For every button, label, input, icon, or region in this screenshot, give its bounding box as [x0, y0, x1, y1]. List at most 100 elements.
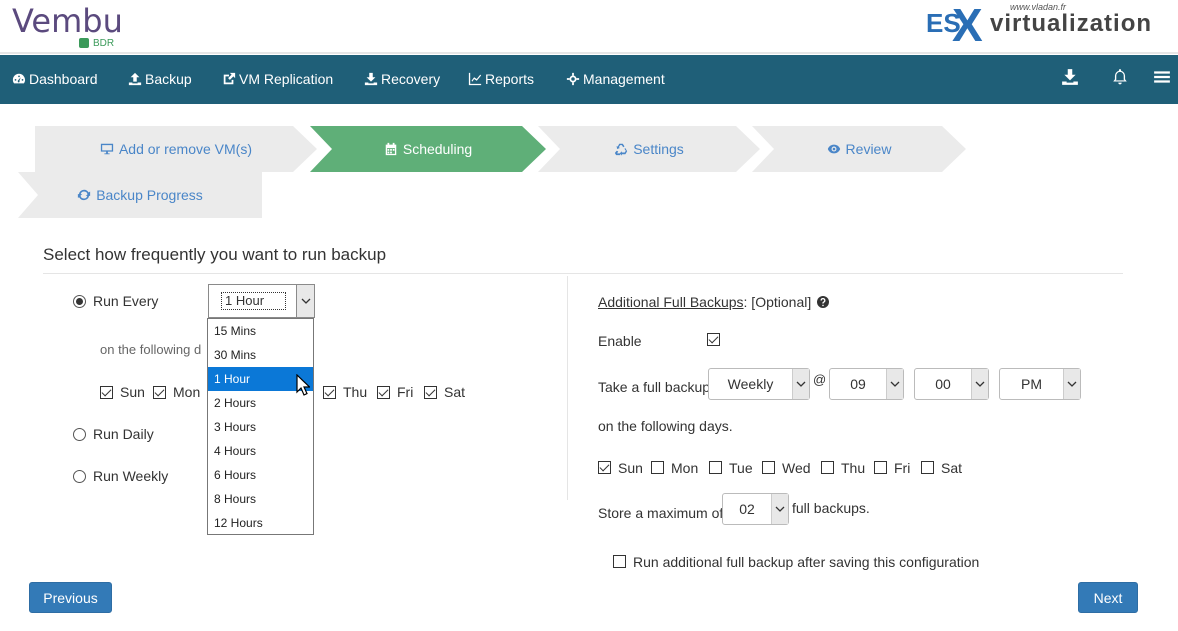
fb-day-sun-label: Sun	[618, 460, 643, 476]
run-additional-full-backup-label: Run additional full backup after saving …	[633, 554, 980, 570]
day-sat-checkbox[interactable]	[424, 386, 437, 399]
following-days-label: on the following d	[100, 342, 202, 357]
nav-reports[interactable]: Reports	[468, 71, 534, 87]
ampm-value: PM	[1021, 376, 1042, 392]
ampm-select[interactable]: PM	[999, 368, 1081, 400]
dropdown-option[interactable]: 12 Hours	[208, 511, 313, 535]
additional-full-backups-heading: Additional Full Backups: [Optional]	[598, 294, 830, 310]
step-backup-progress[interactable]: Backup Progress	[18, 172, 262, 218]
chevron-down-icon[interactable]	[296, 285, 314, 317]
frequency-select[interactable]: Weekly	[708, 368, 810, 400]
fb-day-mon-label: Mon	[671, 460, 699, 476]
run-weekly-label: Run Weekly	[93, 468, 169, 484]
nav-management-label: Management	[583, 71, 665, 87]
day-fri-checkbox[interactable]	[377, 386, 390, 399]
dropdown-option[interactable]: 30 Mins	[208, 343, 313, 367]
notifications-button[interactable]	[1111, 68, 1131, 88]
nav-backup[interactable]: Backup	[128, 71, 192, 87]
at-symbol: @	[813, 372, 827, 387]
full-backup-following-days-label: on the following days.	[598, 418, 733, 434]
fb-day-wed-label: Wed	[782, 460, 811, 476]
step-review[interactable]: Review	[752, 126, 966, 172]
nav-recovery-label: Recovery	[381, 71, 441, 87]
store-maximum-label: Store a maximum of	[598, 505, 724, 521]
enable-checkbox[interactable]	[707, 333, 720, 346]
dropdown-option[interactable]: 6 Hours	[208, 463, 313, 487]
step-settings[interactable]: Settings	[538, 126, 760, 172]
watermark-text: virtualization	[990, 10, 1153, 37]
chevron-down-icon	[771, 494, 788, 524]
bdr-logo-icon	[79, 38, 89, 48]
step-settings-label: Settings	[633, 141, 684, 157]
run-every-label: Run Every	[93, 293, 159, 309]
app-header: Vembu BDR www.vladan.fr ES X virtualizat…	[0, 0, 1178, 54]
minute-select[interactable]: 00	[914, 368, 989, 400]
fb-day-thu-checkbox[interactable]	[821, 461, 834, 474]
watermark-x: X	[952, 0, 983, 51]
next-button[interactable]: Next	[1078, 582, 1138, 613]
share-icon	[223, 72, 236, 85]
mouse-pointer-icon	[296, 374, 310, 396]
hour-select[interactable]: 09	[829, 368, 904, 400]
download-tray-icon	[1062, 69, 1078, 85]
additional-full-backups-title: Additional Full Backups	[598, 294, 744, 310]
nav-dashboard-label: Dashboard	[29, 71, 98, 87]
run-every-radio[interactable]	[73, 295, 86, 308]
bdr-logo-text: BDR	[93, 38, 115, 49]
frequency-value: Weekly	[727, 376, 774, 392]
store-maximum-value: 02	[739, 501, 755, 517]
refresh-icon	[78, 189, 91, 201]
optional-label: : [Optional]	[743, 294, 812, 310]
nav-recovery[interactable]: Recovery	[364, 71, 440, 87]
chevron-down-icon	[971, 369, 988, 399]
chevron-down-icon	[792, 369, 809, 399]
day-fri-label: Fri	[397, 384, 414, 400]
day-sat-label: Sat	[444, 384, 466, 400]
schedule-section-title: Select how frequently you want to run ba…	[43, 245, 387, 264]
fb-day-sat-label: Sat	[941, 460, 963, 476]
fb-day-mon-checkbox[interactable]	[651, 461, 664, 474]
fb-day-sun-checkbox[interactable]	[598, 461, 611, 474]
run-every-select[interactable]: 1 Hour	[208, 284, 315, 318]
nav-backup-label: Backup	[145, 71, 192, 87]
fb-day-fri-checkbox[interactable]	[874, 461, 887, 474]
monitor-icon	[100, 142, 114, 156]
store-maximum-select[interactable]: 02	[722, 493, 789, 525]
step-review-label: Review	[845, 141, 892, 157]
nav-vm-replication[interactable]: VM Replication	[222, 71, 333, 87]
run-weekly-radio[interactable]	[73, 470, 86, 483]
run-daily-radio[interactable]	[73, 428, 86, 441]
dropdown-option[interactable]: 4 Hours	[208, 439, 313, 463]
vembu-logo: Vembu	[12, 2, 123, 40]
dropdown-option[interactable]: 3 Hours	[208, 415, 313, 439]
day-sun-checkbox[interactable]	[100, 386, 113, 399]
day-mon-checkbox[interactable]	[153, 386, 166, 399]
nav-management[interactable]: Management	[566, 71, 665, 87]
day-mon-label: Mon	[173, 384, 201, 400]
download-tray-button[interactable]	[1061, 68, 1081, 88]
step-add-remove-vms[interactable]: Add or remove VM(s)	[35, 126, 317, 172]
help-icon[interactable]	[817, 296, 830, 308]
fb-day-thu-label: Thu	[841, 460, 866, 476]
fb-day-sat-checkbox[interactable]	[921, 461, 934, 474]
dropdown-option[interactable]: 15 Mins	[208, 319, 313, 343]
fb-day-wed-checkbox[interactable]	[762, 461, 775, 474]
tachometer-icon	[12, 73, 25, 84]
recycle-icon	[614, 142, 628, 156]
run-daily-label: Run Daily	[93, 426, 154, 442]
step-scheduling[interactable]: Scheduling	[310, 126, 546, 172]
crosshair-icon	[566, 72, 580, 86]
fb-day-fri-label: Fri	[894, 460, 911, 476]
nav-vm-replication-label: VM Replication	[239, 71, 334, 87]
previous-button[interactable]: Previous	[29, 582, 112, 613]
main-navbar: Dashboard Backup VM Replication Recovery…	[0, 55, 1178, 104]
menu-button[interactable]	[1153, 68, 1173, 88]
calendar-icon	[384, 142, 398, 156]
run-additional-full-backup-checkbox[interactable]	[613, 555, 626, 568]
fb-day-tue-checkbox[interactable]	[709, 461, 722, 474]
day-thu-checkbox[interactable]	[323, 386, 336, 399]
fb-day-tue-label: Tue	[729, 460, 753, 476]
nav-dashboard[interactable]: Dashboard	[12, 71, 98, 87]
bell-icon	[1113, 69, 1127, 85]
dropdown-option[interactable]: 8 Hours	[208, 487, 313, 511]
